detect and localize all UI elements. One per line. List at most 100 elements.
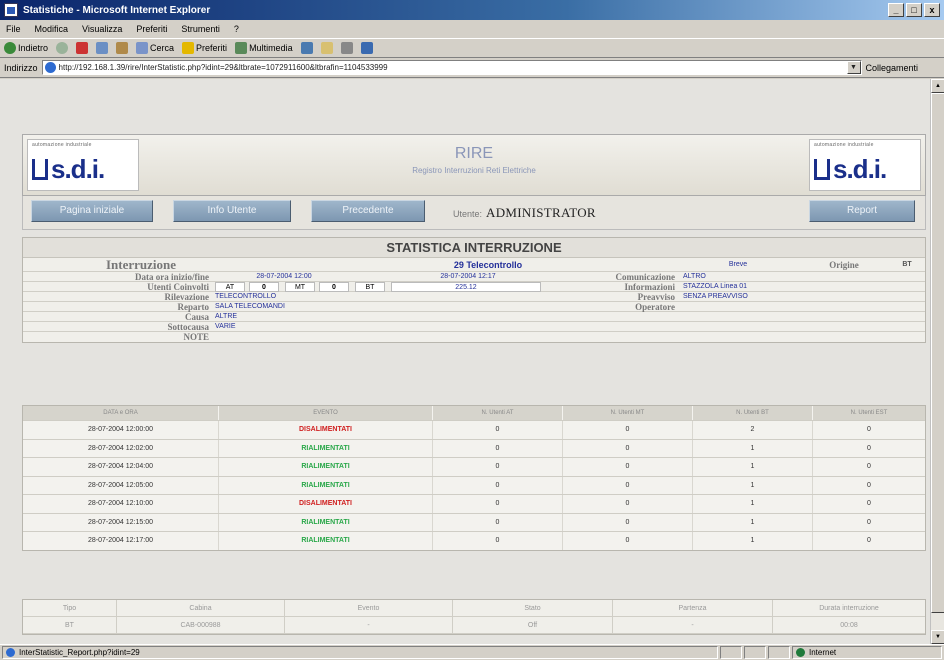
col-data: DATA e ORA (23, 406, 219, 420)
address-dropdown-button[interactable]: ▼ (846, 61, 861, 74)
cab-col-cabina: Cabina (117, 600, 285, 616)
row-note: NOTE (23, 332, 925, 342)
cab-col-tipo: Tipo (23, 600, 117, 616)
refresh-button[interactable] (96, 42, 109, 54)
event-cell-evento: RIALIMENTATI (219, 439, 433, 457)
close-button[interactable]: x (924, 3, 940, 17)
causa-value: ALTRE (215, 313, 238, 320)
menu-help[interactable]: ? (234, 24, 239, 34)
cab-tipo: BT (23, 617, 117, 633)
event-cell-mt: 0 (563, 458, 693, 476)
home-page-button[interactable]: Pagina iniziale (31, 200, 153, 222)
col-evento: EVENTO (219, 406, 433, 420)
edit-icon (360, 42, 373, 54)
event-cell-bt: 1 (693, 513, 813, 531)
causa-label: Causa (184, 312, 209, 322)
row-interruzione: Interruzione 29 Telecontrollo Breve Orig… (23, 258, 925, 272)
mail-icon (320, 42, 333, 54)
user-info-button[interactable]: Info Utente (173, 200, 291, 222)
event-cell-mt: 0 (563, 513, 693, 531)
cab-partenza: - (613, 617, 773, 633)
title-bar: Statistiche - Microsoft Internet Explore… (0, 0, 944, 20)
row-data: Data ora inizio/fine 28-07-2004 12:00 28… (23, 272, 925, 282)
stop-button[interactable] (76, 42, 89, 54)
search-button[interactable]: Cerca (136, 42, 174, 54)
back-button[interactable]: Indietro (4, 42, 48, 54)
event-cell-evento: RIALIMENTATI (219, 513, 433, 531)
minimize-button[interactable]: _ (888, 3, 904, 17)
menu-strumenti[interactable]: Strumenti (181, 24, 220, 34)
media-button[interactable]: Multimedia (235, 42, 293, 54)
event-cell-at: 0 (433, 532, 563, 550)
home-button[interactable] (116, 42, 129, 54)
event-cell-est: 0 (867, 463, 871, 470)
utenti-bt-label: BT (355, 282, 385, 292)
nav-bar: Pagina iniziale Info Utente Precedente U… (22, 196, 926, 230)
cabine-row: BT CAB-000988 - Off - 00:08 (23, 617, 925, 634)
vertical-scrollbar[interactable]: ▲ ▼ (930, 79, 944, 644)
scroll-thumb[interactable] (931, 93, 944, 613)
utenti-at-label: AT (215, 282, 245, 292)
event-cell-bt: 2 (693, 421, 813, 439)
table-row: 28-07-2004 12:02:00 RIALIMENTATI 0 0 1 0 (23, 438, 925, 457)
menu-preferiti[interactable]: Preferiti (136, 24, 167, 34)
preavviso-value: SENZA PREAVVISO (683, 293, 748, 300)
star-icon (182, 42, 195, 54)
event-cell-data: 28-07-2004 12:00:00 (23, 421, 219, 439)
comunicazione-value: ALTRO (683, 273, 706, 280)
event-cell-mt: 0 (563, 532, 693, 550)
search-icon (136, 42, 149, 54)
event-cell-at: 0 (433, 439, 563, 457)
scroll-down-arrow-icon[interactable]: ▼ (931, 630, 944, 644)
report-button[interactable]: Report (809, 200, 915, 222)
links-button[interactable]: Collegamenti (866, 63, 919, 73)
informazioni-value: STAZZOLA Linea 01 (683, 283, 748, 290)
table-row: 28-07-2004 12:05:00 RIALIMENTATI 0 0 1 0 (23, 475, 925, 494)
menu-visualizza[interactable]: Visualizza (82, 24, 122, 34)
utenti-mt-label: MT (285, 282, 315, 292)
col-mt: N. Utenti MT (563, 406, 693, 420)
scroll-up-arrow-icon[interactable]: ▲ (931, 79, 944, 93)
forward-button[interactable] (56, 42, 69, 54)
history-button[interactable] (300, 42, 313, 54)
event-cell-est: 0 (867, 518, 871, 526)
operatore-label: Operatore (635, 302, 675, 312)
menu-file[interactable]: File (6, 24, 21, 34)
events-table: DATA e ORA EVENTO N. Utenti AT N. Utenti… (22, 405, 926, 551)
ie-window: Statistiche - Microsoft Internet Explore… (0, 0, 944, 660)
utenti-label: Utenti Coinvolti (147, 282, 209, 292)
favorites-button[interactable]: Preferiti (182, 42, 227, 54)
interruzione-value: 29 Telecontrollo (453, 260, 523, 270)
refresh-icon (96, 42, 109, 54)
page-icon (44, 62, 56, 73)
event-cell-data: 28-07-2004 12:05:00 (23, 476, 219, 494)
table-row: 28-07-2004 12:00:00 DISALIMENTATI 0 0 2 0 (23, 420, 925, 439)
edit-button[interactable] (360, 42, 373, 54)
events-header: DATA e ORA EVENTO N. Utenti AT N. Utenti… (23, 406, 925, 420)
maximize-button[interactable]: □ (906, 3, 922, 17)
menu-modifica[interactable]: Modifica (35, 24, 69, 34)
mail-button[interactable] (320, 42, 333, 54)
cabine-table: Tipo Cabina Evento Stato Partenza Durata… (22, 599, 926, 635)
durata-type: Breve (728, 261, 748, 268)
comunicazione-label: Comunicazione (615, 272, 676, 282)
print-button[interactable] (340, 42, 353, 54)
home-icon (116, 42, 129, 54)
security-zone: Internet (792, 646, 942, 659)
address-input[interactable]: http://192.168.1.39/rire/InterStatistic.… (41, 60, 862, 75)
data-label: Data ora inizio/fine (135, 272, 209, 282)
utenti-at-value: 0 (249, 282, 279, 292)
cab-evento: - (285, 617, 453, 633)
current-user: Utente: ADMINISTRATOR (453, 205, 596, 220)
sottocausa-label: Sottocausa (167, 322, 209, 332)
event-cell-bt: 1 (693, 495, 813, 513)
previous-button[interactable]: Precedente (311, 200, 425, 222)
table-row: 28-07-2004 12:04:00 RIALIMENTATI 0 0 1 0 (23, 457, 925, 476)
event-cell-data: 28-07-2004 12:17:00 (23, 532, 219, 550)
event-cell-data: 28-07-2004 12:10:00 (23, 495, 219, 513)
table-row: 28-07-2004 12:10:00 DISALIMENTATI 0 0 1 0 (23, 494, 925, 513)
col-bt: N. Utenti BT (693, 406, 813, 420)
event-cell-est: 0 (867, 426, 871, 433)
interruzione-label: Interruzione (105, 258, 177, 272)
data-fine: 28-07-2004 12:17 (440, 273, 496, 280)
